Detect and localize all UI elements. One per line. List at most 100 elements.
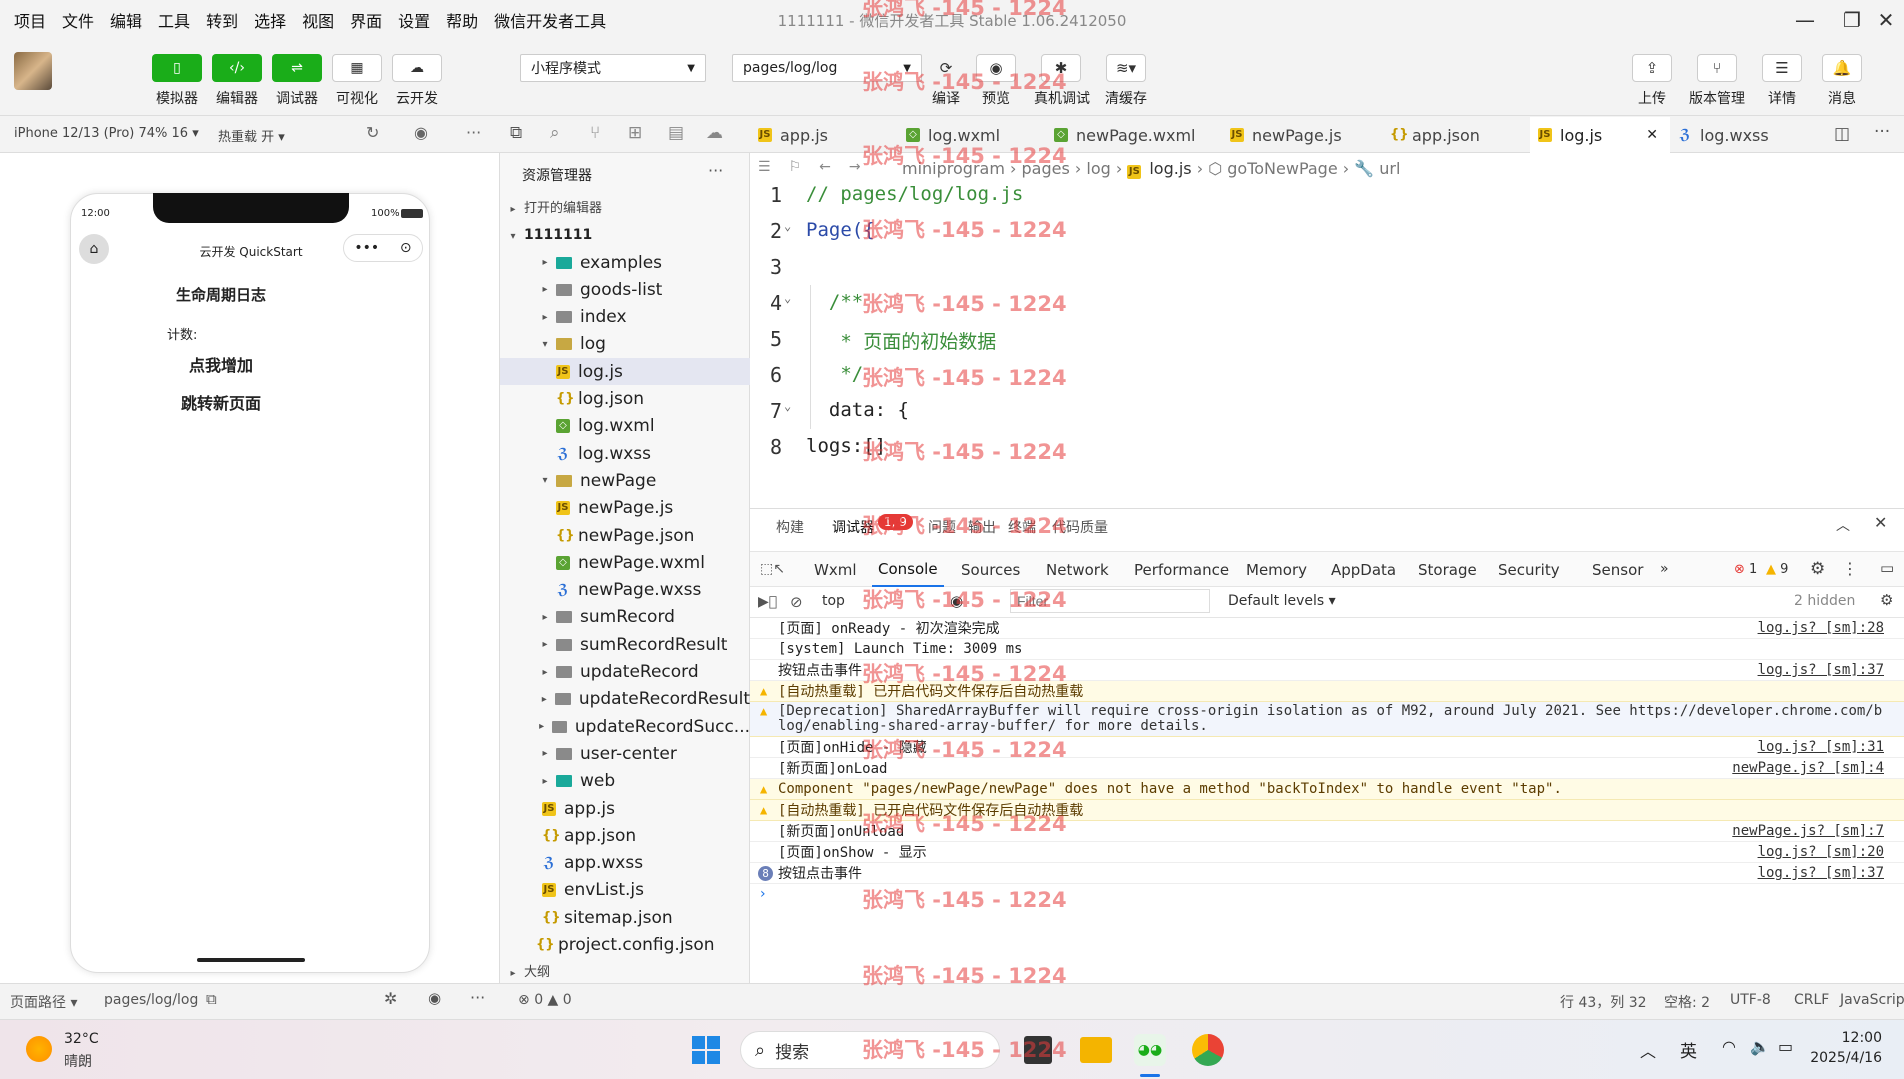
tree-item[interactable]: JS envList.js — [500, 877, 750, 904]
menu-settings[interactable]: 设置 — [390, 8, 438, 32]
close-tab-icon[interactable]: ✕ — [1646, 127, 1658, 143]
console-prompt[interactable]: › — [760, 886, 766, 902]
tree-item[interactable]: {} sitemap.json — [500, 904, 750, 931]
tree-item[interactable]: ▸ updateRecordSucc... — [500, 713, 750, 740]
files-icon[interactable]: ⧉ — [510, 123, 522, 143]
collapse-panel-icon[interactable]: ︿ — [1836, 515, 1850, 535]
dock-icon[interactable]: ▭ — [1880, 559, 1894, 577]
more-icon[interactable]: ··· — [466, 123, 481, 142]
tree-item[interactable]: ▸ index — [500, 304, 750, 331]
menu-help[interactable]: 帮助 — [438, 8, 486, 32]
wifi-icon[interactable]: ◠ — [1722, 1037, 1736, 1056]
wechat-devtools-icon[interactable]: ◕◕ — [1134, 1034, 1166, 1066]
code-area[interactable]: 1// pages/log/log.js 2 ⌄ Page({3 4 ⌄ /** 5 * 页… — [750, 183, 1904, 508]
tree-item[interactable]: ℨlog.wxss — [500, 440, 750, 467]
menu-goto[interactable]: 转到 — [198, 8, 246, 32]
device-select[interactable]: iPhone 12/13 (Pro) 74% 16 ▾ — [14, 126, 199, 141]
tree-item[interactable]: JS log.js — [500, 358, 750, 386]
console-message[interactable]: ▲ [自动热重载] 已开启代码文件保存后自动热重载 — [750, 681, 1904, 702]
eye-icon[interactable]: ◉ — [950, 592, 963, 610]
console-message[interactable]: ▲ [Deprecation] SharedArrayBuffer will re… — [750, 702, 1904, 737]
menu-interface[interactable]: 界面 — [342, 8, 390, 32]
copy-icon[interactable]: ⧉ — [206, 990, 217, 1008]
visual-icon[interactable]: ▦ — [332, 54, 382, 82]
outline-section[interactable]: ▸ 大纲 — [506, 961, 550, 980]
eol-setting[interactable]: CRLF — [1794, 992, 1829, 1008]
encoding-setting[interactable]: UTF-8 — [1730, 992, 1771, 1008]
menu-tools[interactable]: 工具 — [150, 8, 198, 32]
breadcrumb-item[interactable]: goToNewPage — [1227, 159, 1337, 178]
version-button[interactable]: 版本管理 — [1682, 88, 1752, 108]
battery-icon[interactable]: ▭ — [1778, 1037, 1793, 1056]
close-window-button[interactable]: ✕ — [1866, 6, 1904, 34]
console-message[interactable]: ▲ Component "pages/newPage/newPage" does … — [750, 779, 1904, 800]
filter-input[interactable] — [1010, 589, 1210, 613]
realdebug-button[interactable]: 真机调试 — [1026, 88, 1098, 108]
tab-debugger[interactable]: 调试器 — [832, 517, 874, 537]
windows-start-icon[interactable] — [692, 1036, 720, 1064]
console-message[interactable]: [页面]onShow - 显示 log.js? [sm]:20 — [750, 842, 1904, 863]
tree-item[interactable]: ℨnewPage.wxss — [500, 577, 750, 604]
ime-indicator[interactable]: 英 — [1680, 1037, 1697, 1062]
tab-app-js[interactable]: JS app.js — [750, 117, 898, 153]
code-editor[interactable]: ☰ ⚐ ← → miniprogram › pages › log › JS lo… — [750, 153, 1904, 508]
tree-item[interactable]: ◇ log.wxml — [500, 413, 750, 440]
tree-item[interactable]: ▸ sumRecordResult — [500, 631, 750, 658]
tree-item[interactable]: ◇ newPage.wxml — [500, 549, 750, 576]
messages-button[interactable]: 消息 — [1807, 88, 1877, 108]
indent-setting[interactable]: 空格: 2 — [1664, 992, 1710, 1012]
upload-icon[interactable]: ⇪ — [1632, 54, 1672, 82]
avatar[interactable] — [14, 52, 52, 90]
error-count[interactable]: ⊗ 1 — [1734, 562, 1757, 577]
devtab-storage[interactable]: Storage — [1412, 553, 1483, 587]
more-icon[interactable]: ··· — [470, 988, 485, 1007]
clear-console-icon[interactable]: ⊘ — [790, 593, 803, 611]
tab-output[interactable]: 输出 — [968, 517, 996, 537]
tree-item[interactable]: {} newPage.json — [500, 522, 750, 549]
console-message[interactable]: ▲ [自动热重载] 已开启代码文件保存后自动热重载 — [750, 800, 1904, 821]
more-icon[interactable]: ··· — [708, 161, 723, 180]
back-icon[interactable]: ← — [819, 159, 831, 175]
devtab-sensor[interactable]: Sensor — [1586, 553, 1649, 587]
devtab-memory[interactable]: Memory — [1240, 553, 1313, 587]
bookmark-icon[interactable]: ⚐ — [789, 159, 802, 175]
app-icon-dark[interactable] — [1024, 1036, 1052, 1064]
jump-button[interactable]: 跳转新页面 — [71, 390, 371, 414]
inspect-icon[interactable]: ⬚↖ — [760, 561, 785, 577]
devtab-sources[interactable]: Sources — [955, 553, 1026, 587]
preview-button[interactable]: 预览 — [961, 88, 1031, 108]
open-editors-section[interactable]: ▸ 打开的编辑器 — [506, 197, 602, 216]
console-message[interactable]: [system] Launch Time: 3009 ms — [750, 639, 1904, 660]
source-link[interactable]: log.js? [sm]:28 — [1758, 620, 1884, 636]
devtab-wxml[interactable]: Wxml — [808, 553, 863, 587]
fold-chevron-icon[interactable]: ⌄ — [784, 219, 791, 233]
levels-select[interactable]: Default levels ▾ — [1228, 593, 1336, 609]
clock-time[interactable]: 12:00 — [1822, 1030, 1882, 1046]
console-message[interactable]: [新页面]onUnload newPage.js? [sm]:7 — [750, 821, 1904, 842]
source-link[interactable]: log.js? [sm]:37 — [1758, 662, 1884, 678]
tree-item[interactable]: ▸ examples — [500, 249, 750, 276]
settings-gear-icon[interactable]: ⚙ — [1810, 559, 1825, 579]
editor-icon[interactable]: ‹/› — [212, 54, 262, 82]
more-tabs-icon[interactable]: » — [1660, 561, 1669, 577]
extensions-icon[interactable]: ⊞ — [628, 123, 642, 143]
clearcache-icon[interactable]: ≋▾ — [1106, 54, 1146, 82]
stop-icon[interactable]: ◉ — [414, 123, 428, 142]
sun-icon[interactable] — [26, 1036, 52, 1062]
tab-build[interactable]: 构建 — [776, 517, 804, 537]
menu-project[interactable]: 项目 — [6, 8, 54, 32]
source-link[interactable]: log.js? [sm]:20 — [1758, 844, 1884, 860]
layout-icon[interactable]: ▤ — [668, 123, 684, 143]
console-message[interactable]: 按钮点击事件 log.js? [sm]:37 — [750, 660, 1904, 681]
realdebug-icon[interactable]: ✱ — [1041, 54, 1081, 82]
breadcrumb-item[interactable]: log — [1086, 159, 1110, 178]
dots-icon[interactable]: ••• — [354, 240, 379, 256]
console-message[interactable]: 8 按钮点击事件 log.js? [sm]:37 — [750, 863, 1904, 884]
chrome-icon[interactable] — [1192, 1034, 1224, 1066]
fold-chevron-icon[interactable]: ⌄ — [784, 291, 791, 305]
tree-item[interactable]: ▸ updateRecord — [500, 659, 750, 686]
upload-button[interactable]: 上传 — [1617, 88, 1687, 108]
tree-item[interactable]: ℨapp.wxss — [500, 850, 750, 877]
clearcache-button[interactable]: 清缓存 — [1091, 88, 1161, 108]
bell-icon[interactable]: 🔔 — [1822, 54, 1862, 82]
